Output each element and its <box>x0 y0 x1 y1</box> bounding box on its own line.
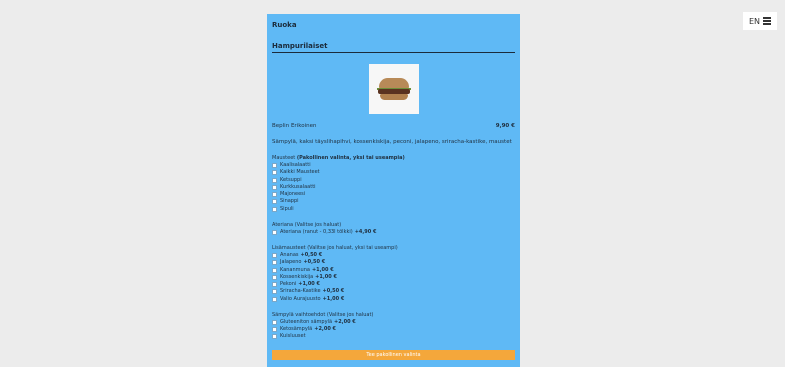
option-price: +1,00 € <box>315 273 337 280</box>
option-group: Ateriana (Valitse jos haluat) Ateriana (r… <box>272 222 515 236</box>
option-checkbox[interactable] <box>272 296 277 302</box>
option-row[interactable]: Ananas +0,50 € <box>272 252 515 259</box>
option-checkbox[interactable] <box>272 199 277 205</box>
option-row[interactable]: Kaikki Mausteet <box>272 169 515 176</box>
option-checkbox[interactable] <box>272 184 277 190</box>
option-label: Pekoni <box>280 281 297 287</box>
option-label: Ananas <box>280 252 299 258</box>
option-checkbox[interactable] <box>272 289 277 295</box>
option-price: +0,50 € <box>303 259 326 266</box>
option-groups: Mausteet (Pakollinen valinta, yksi tai u… <box>272 155 515 341</box>
option-checkbox[interactable] <box>272 170 277 176</box>
option-row[interactable]: Ketosämpylä +2,00 € <box>272 326 515 333</box>
option-row[interactable]: Kurkkusalaatti <box>272 184 515 191</box>
product-name-row: Beplin Erikoinen 9,90 € <box>272 123 515 130</box>
option-group-name: Mausteet <box>272 155 296 161</box>
option-checkbox[interactable] <box>272 282 277 288</box>
option-label: Jalapeno <box>280 259 302 266</box>
option-label: Sipuli <box>280 205 294 212</box>
option-checkbox[interactable] <box>272 334 277 340</box>
option-row[interactable]: Kaalisalaatti <box>272 162 515 169</box>
option-label: Kossenkiskija <box>280 273 314 280</box>
product-price: 9,90 € <box>495 123 515 129</box>
option-label: Sriracha-Kastike <box>280 288 321 295</box>
option-row[interactable]: Sipuli <box>272 206 515 213</box>
section-divider <box>272 52 515 53</box>
option-label: Valio Aurajuusto <box>280 295 321 302</box>
option-checkbox[interactable] <box>272 319 277 325</box>
option-label: Ateriana (ranut - 0,33l tölkki) <box>280 228 353 235</box>
option-group-name: Lisämausteet <box>272 245 306 251</box>
option-group-title: Ateriana (Valitse jos haluat) <box>272 222 515 229</box>
option-row[interactable]: Sriracha-Kastike +0,50 € <box>272 288 515 295</box>
option-row[interactable]: Kananmuna +1,00 € <box>272 267 515 274</box>
option-checkbox[interactable] <box>272 327 277 333</box>
option-checkbox[interactable] <box>272 163 277 169</box>
option-price: +0,50 € <box>322 288 345 295</box>
option-row[interactable]: Jalapeno +0,50 € <box>272 259 515 266</box>
option-checkbox[interactable] <box>272 260 277 266</box>
option-row[interactable]: Pekoni +1,00 € <box>272 281 515 288</box>
option-label: Kuisluuset <box>280 333 306 340</box>
option-group: Sämpylä vaihtoehdot (Valitse jos haluat)… <box>272 312 515 341</box>
option-checkbox[interactable] <box>272 253 277 259</box>
option-group-hint: (Valitse jos haluat) <box>326 311 374 318</box>
option-label: Ketsuppi <box>280 176 302 183</box>
product-section-title: Hampurilaiset <box>272 42 328 50</box>
option-label: Kaalisalaatti <box>280 162 311 168</box>
option-price: +2,00 € <box>334 318 356 325</box>
option-group-name: Ateriana <box>272 221 294 228</box>
option-label: Kurkkusalaatti <box>280 183 316 190</box>
option-group-title: Lisämausteet (Valitse jos haluat, yksi t… <box>272 245 515 252</box>
option-group: Mausteet (Pakollinen valinta, yksi tai u… <box>272 155 515 213</box>
product-content: Ruoka Hampurilaiset Beplin Erikoinen 9,9… <box>272 20 515 341</box>
category-title: Ruoka <box>272 21 297 29</box>
option-row[interactable]: Gluteeniton sämpylä +2,00 € <box>272 319 515 326</box>
product-image <box>368 64 419 114</box>
option-row[interactable]: Ketsuppi <box>272 177 515 184</box>
option-group-hint: (Pakollinen valinta, yksi tai useampia) <box>296 155 405 161</box>
option-label: Majoneesi <box>280 191 306 197</box>
product-description: Sämpylä, kaksi täyslihapihvi, kossenkisk… <box>272 139 512 145</box>
option-checkbox[interactable] <box>272 192 277 198</box>
option-row[interactable]: Valio Aurajuusto +1,00 € <box>272 296 515 303</box>
option-label: Ketosämpylä <box>280 326 313 332</box>
option-price: +2,00 € <box>314 326 337 332</box>
product-panel: Ruoka Hampurilaiset Beplin Erikoinen 9,9… <box>267 14 520 367</box>
option-checkbox[interactable] <box>272 267 277 273</box>
option-price: +1,00 € <box>311 266 334 273</box>
option-row[interactable]: Sinappi <box>272 198 515 205</box>
option-label: Kaikki Mausteet <box>280 169 320 176</box>
option-checkbox[interactable] <box>272 274 277 280</box>
option-row[interactable]: Ateriana (ranut - 0,33l tölkki) +4,90 € <box>272 229 515 236</box>
option-label: Gluteeniton sämpylä <box>280 318 333 325</box>
option-checkbox[interactable] <box>272 206 277 212</box>
option-checkbox[interactable] <box>272 177 277 183</box>
option-group-name: Sämpylä vaihtoehdot <box>272 311 326 318</box>
option-row[interactable]: Kuisluuset <box>272 333 515 340</box>
product-name: Beplin Erikoinen <box>272 123 317 129</box>
option-label: Kananmuna <box>280 266 310 273</box>
language-code: EN <box>748 16 761 26</box>
option-group: Lisämausteet (Valitse jos haluat, yksi t… <box>272 245 515 303</box>
option-checkbox[interactable] <box>272 229 277 235</box>
option-price: +0,50 € <box>300 252 323 258</box>
option-price: +4,90 € <box>354 228 377 235</box>
option-group-hint: (Valitse jos haluat, yksi tai useampi) <box>307 245 398 251</box>
hamburger-menu-icon[interactable] <box>763 17 772 25</box>
option-group-title: Sämpylä vaihtoehdot (Valitse jos haluat) <box>272 312 515 319</box>
option-row[interactable]: Majoneesi <box>272 191 515 198</box>
option-price: +1,00 € <box>298 281 320 287</box>
language-menu[interactable]: EN <box>743 12 777 30</box>
option-label: Sinappi <box>280 198 299 205</box>
order-button[interactable]: Tee pakollinen valinta <box>272 350 515 360</box>
option-group-title: Mausteet (Pakollinen valinta, yksi tai u… <box>272 155 515 162</box>
option-row[interactable]: Kossenkiskija +1,00 € <box>272 274 515 281</box>
option-group-hint: (Valitse jos haluat) <box>294 221 342 228</box>
option-price: +1,00 € <box>322 295 345 302</box>
